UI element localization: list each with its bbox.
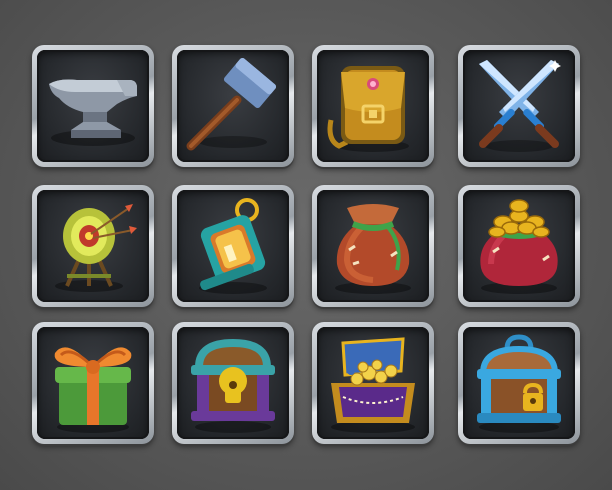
slot-crossed-swords[interactable] xyxy=(458,45,580,167)
locked-chest-icon xyxy=(191,338,275,433)
slot-locked-chest[interactable] xyxy=(172,322,294,444)
slot-sack[interactable] xyxy=(312,185,434,307)
gift-box-icon xyxy=(54,347,132,433)
padlock-chest-icon xyxy=(477,334,561,433)
backpack-icon xyxy=(327,66,409,152)
inventory-grid xyxy=(0,0,612,490)
slot-gold-sack[interactable] xyxy=(458,185,580,307)
gold-sack-icon xyxy=(480,199,558,294)
treasure-chest-icon xyxy=(331,337,415,433)
anvil-icon xyxy=(49,79,137,146)
slot-lantern[interactable] xyxy=(172,185,294,307)
slot-backpack[interactable] xyxy=(312,45,434,167)
slot-anvil[interactable] xyxy=(32,45,154,167)
lantern-icon xyxy=(199,198,267,294)
slot-archery-target[interactable] xyxy=(32,185,154,307)
slot-padlock-chest[interactable] xyxy=(458,322,580,444)
slot-treasure-chest[interactable] xyxy=(312,322,434,444)
sack-icon xyxy=(335,204,411,294)
slot-gift-box[interactable] xyxy=(32,322,154,444)
crossed-swords-icon xyxy=(479,60,561,152)
hammer-icon xyxy=(186,57,277,151)
slot-hammer[interactable] xyxy=(172,45,294,167)
archery-target-icon xyxy=(55,204,137,292)
